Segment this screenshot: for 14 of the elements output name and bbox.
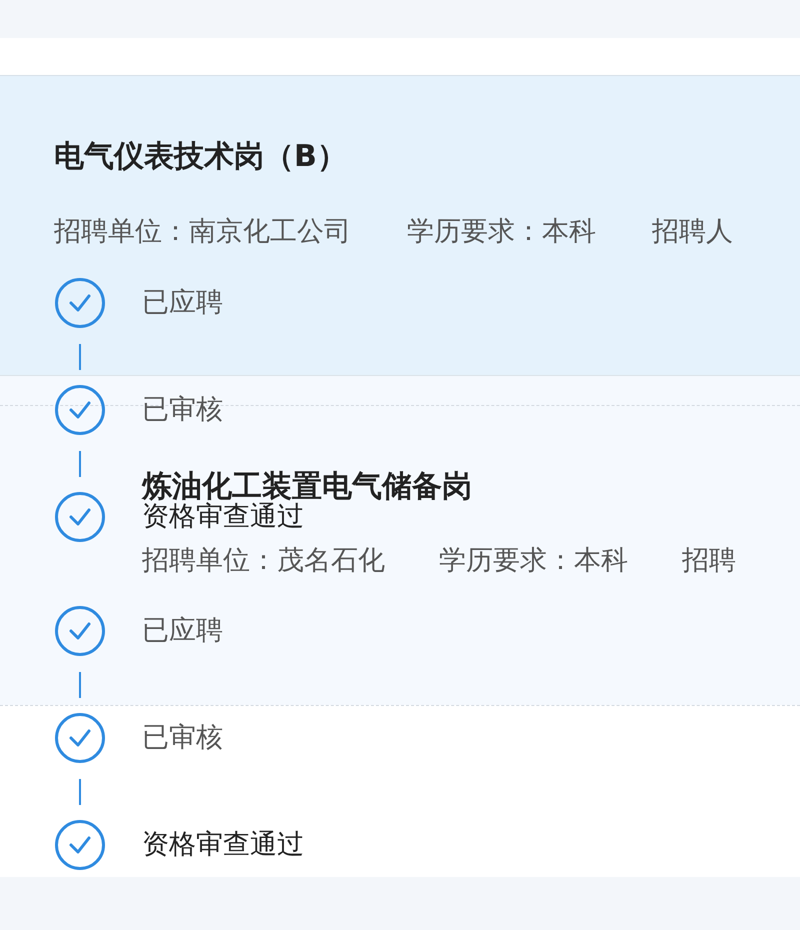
job-detail: 招聘单位：南京化工公司 (54, 215, 351, 249)
step-label: 资格审查通过 (142, 830, 304, 860)
job-detail: 招聘 (682, 544, 736, 578)
job-detail: 学历要求：本科 (407, 215, 596, 249)
job-detail: 招聘单位：茂名石化 (142, 544, 385, 578)
job-detail: 学历要求：本科 (439, 544, 628, 578)
job-title: 电气仪表技术岗（B） (54, 139, 348, 175)
step-label: 已应聘 (142, 288, 223, 318)
step-label: 已审核 (142, 723, 223, 753)
job-title: 炼油化工装置电气储备岗 (142, 471, 473, 503)
step-label: 已审核 (142, 395, 223, 425)
step-label: 已应聘 (142, 616, 223, 646)
step-label: 资格审查通过 (142, 502, 304, 532)
job-detail: 招聘人 (652, 215, 733, 249)
